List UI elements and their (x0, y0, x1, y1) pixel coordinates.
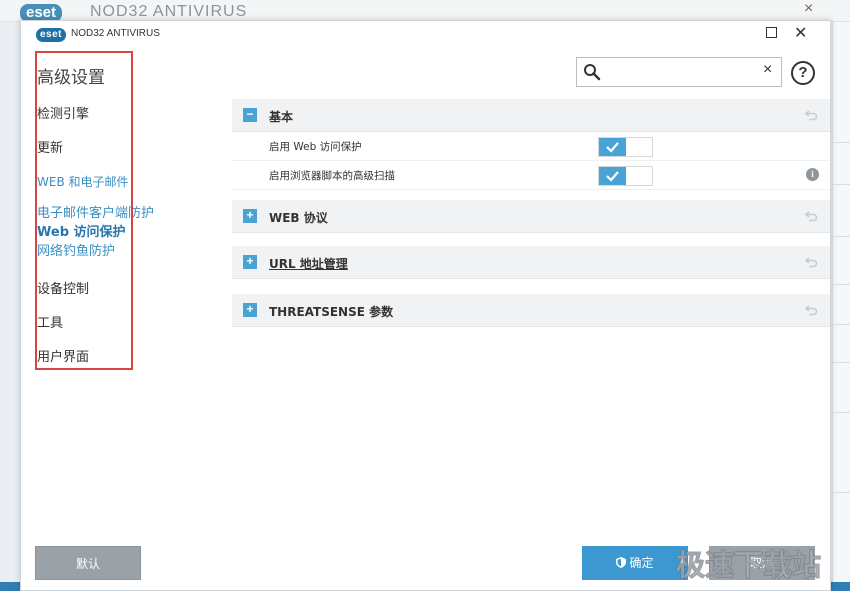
revert-icon[interactable] (805, 210, 818, 222)
app-title: NOD32 ANTIVIRUS (71, 28, 160, 39)
background-close-button[interactable]: × (804, 0, 813, 18)
check-icon (606, 142, 619, 153)
maximize-icon[interactable] (766, 27, 777, 38)
settings-content: − 基本 启用 Web 访问保护 启用浏览器脚本的高级扫描 i + WEB 协议… (232, 99, 830, 327)
check-icon (606, 171, 619, 182)
collapse-icon[interactable]: − (243, 108, 257, 122)
divider (833, 362, 850, 363)
ok-button[interactable]: 确定 (582, 546, 688, 580)
page-title: 高级设置 (37, 68, 105, 88)
toggle-switch[interactable] (598, 166, 653, 186)
search-input[interactable] (605, 61, 755, 83)
sidebar-item-anti-phishing[interactable]: 网络钓鱼防护 (37, 240, 115, 259)
shield-icon (616, 557, 627, 568)
divider (833, 142, 850, 143)
cancel-button[interactable]: 取消 (709, 546, 815, 580)
divider (833, 492, 850, 493)
divider (833, 284, 850, 285)
section-url-management[interactable]: + URL 地址管理 (232, 246, 830, 279)
sidebar-item-update[interactable]: 更新 (37, 137, 63, 156)
dialog-titlebar: eset NOD32 ANTIVIRUS ✕ (21, 21, 830, 49)
sidebar-item-device-control[interactable]: 设备控制 (37, 278, 89, 297)
divider (833, 324, 850, 325)
revert-icon[interactable] (805, 109, 818, 121)
background-app-title: NOD32 ANTIVIRUS (90, 3, 248, 20)
expand-icon[interactable]: + (243, 209, 257, 223)
divider (833, 236, 850, 237)
sidebar: 高级设置 检测引擎 更新 WEB 和电子邮件 电子邮件客户端防护 Web 访问保… (35, 51, 235, 381)
sidebar-item-detection-engine[interactable]: 检测引擎 (37, 103, 89, 122)
background-right-strip (832, 22, 850, 591)
revert-icon[interactable] (805, 304, 818, 316)
expand-icon[interactable]: + (243, 255, 257, 269)
setting-label: 启用浏览器脚本的高级扫描 (269, 170, 395, 182)
sidebar-item-web-access-protection[interactable]: Web 访问保护 (37, 221, 126, 240)
toggle-on-state (599, 167, 626, 185)
toggle-on-state (599, 138, 626, 156)
section-label: URL 地址管理 (269, 257, 348, 271)
toggle-switch[interactable] (598, 137, 653, 157)
clear-icon[interactable]: × (763, 61, 772, 79)
divider (833, 412, 850, 413)
background-titlebar: eset NOD32 ANTIVIRUS × (0, 0, 850, 22)
section-threatsense-parameters[interactable]: + THREATSENSE 参数 (232, 294, 830, 327)
section-label: 基本 (269, 110, 294, 124)
eset-logo: eset (36, 28, 67, 42)
help-icon[interactable]: ? (791, 61, 815, 85)
setting-advanced-browser-script-scan: 启用浏览器脚本的高级扫描 i (232, 161, 830, 190)
section-web-protocols[interactable]: + WEB 协议 (232, 200, 830, 233)
search-box[interactable]: × (576, 57, 782, 87)
section-basic[interactable]: − 基本 (232, 99, 830, 132)
section-label: THREATSENSE 参数 (269, 305, 394, 319)
sidebar-item-web-and-email[interactable]: WEB 和电子邮件 (37, 173, 129, 190)
revert-icon[interactable] (805, 256, 818, 268)
close-button[interactable]: ✕ (794, 23, 807, 43)
ok-button-label: 确定 (629, 556, 654, 570)
sidebar-item-email-client-protection[interactable]: 电子邮件客户端防护 (37, 202, 154, 221)
divider (833, 184, 850, 185)
default-button[interactable]: 默认 (35, 546, 141, 580)
advanced-settings-dialog: eset NOD32 ANTIVIRUS ✕ 高级设置 检测引擎 更新 WEB … (20, 20, 831, 591)
setting-label: 启用 Web 访问保护 (269, 141, 362, 153)
sidebar-item-tools[interactable]: 工具 (37, 312, 63, 331)
expand-icon[interactable]: + (243, 303, 257, 317)
setting-enable-web-access-protection: 启用 Web 访问保护 (232, 132, 830, 161)
info-icon[interactable]: i (806, 168, 819, 181)
section-label: WEB 协议 (269, 211, 328, 225)
sidebar-item-user-interface[interactable]: 用户界面 (37, 346, 89, 365)
search-icon (584, 64, 601, 81)
